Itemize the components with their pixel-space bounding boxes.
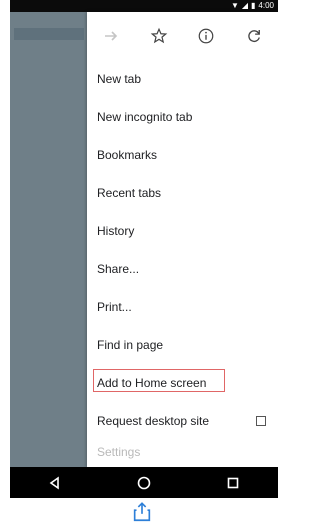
star-icon <box>150 27 167 44</box>
status-icons: ▼ ◢ ▮ 4:00 <box>231 1 274 11</box>
nav-home-button[interactable] <box>132 471 156 495</box>
menu-item-label: History <box>97 224 135 238</box>
background-address-bar <box>14 28 84 40</box>
menu-toolbar <box>87 12 278 60</box>
bookmark-button[interactable] <box>147 24 171 48</box>
desktop-site-checkbox[interactable] <box>256 416 266 426</box>
page-info-button[interactable] <box>194 24 218 48</box>
nav-back-button[interactable] <box>43 471 67 495</box>
menu-item-history[interactable]: History <box>87 212 278 250</box>
triangle-back-icon <box>49 475 59 490</box>
phone-screen: ▼ ◢ ▮ 4:00 New tab New incognito tab Boo… <box>10 0 278 498</box>
reload-button[interactable] <box>242 24 266 48</box>
square-recents-icon <box>228 477 239 488</box>
forward-button[interactable] <box>99 24 123 48</box>
menu-item-label: New incognito tab <box>97 110 193 124</box>
chrome-overflow-menu: New tab New incognito tab Bookmarks Rece… <box>87 12 278 467</box>
menu-item-label: Bookmarks <box>97 148 158 162</box>
menu-item-add-to-home-screen[interactable]: Add to Home screen <box>87 364 278 402</box>
share-icon <box>133 502 151 522</box>
menu-item-find-in-page[interactable]: Find in page <box>87 326 278 364</box>
menu-item-recent-tabs[interactable]: Recent tabs <box>87 174 278 212</box>
share-icon-button[interactable] <box>128 498 156 526</box>
info-icon <box>198 28 214 44</box>
menu-item-label: Request desktop site <box>97 414 210 428</box>
menu-item-label: Share... <box>97 262 140 276</box>
menu-item-label: New tab <box>97 72 142 86</box>
circle-home-icon <box>137 476 151 489</box>
menu-item-label: Add to Home screen <box>97 376 207 390</box>
menu-item-label: Find in page <box>97 338 164 352</box>
menu-item-settings[interactable]: Settings <box>87 440 278 464</box>
menu-item-share[interactable]: Share... <box>87 250 278 288</box>
reload-icon <box>248 30 260 43</box>
menu-item-new-incognito-tab[interactable]: New incognito tab <box>87 98 278 136</box>
status-time: 4:00 <box>258 1 274 10</box>
wifi-icon: ▼ <box>230 1 239 10</box>
menu-item-label: Recent tabs <box>97 186 162 200</box>
menu-item-label: Print... <box>97 300 132 314</box>
android-nav-bar <box>10 467 278 498</box>
menu-item-label: Settings <box>97 445 141 459</box>
nav-recents-button[interactable] <box>221 471 245 495</box>
menu-item-request-desktop-site[interactable]: Request desktop site <box>87 402 278 440</box>
menu-item-bookmarks[interactable]: Bookmarks <box>87 136 278 174</box>
battery-icon: ▮ <box>251 1 256 10</box>
signal-icon: ◢ <box>241 1 249 10</box>
menu-item-new-tab[interactable]: New tab <box>87 60 278 98</box>
menu-item-print[interactable]: Print... <box>87 288 278 326</box>
status-bar: ▼ ◢ ▮ 4:00 <box>10 0 278 12</box>
arrow-right-icon <box>105 31 118 41</box>
